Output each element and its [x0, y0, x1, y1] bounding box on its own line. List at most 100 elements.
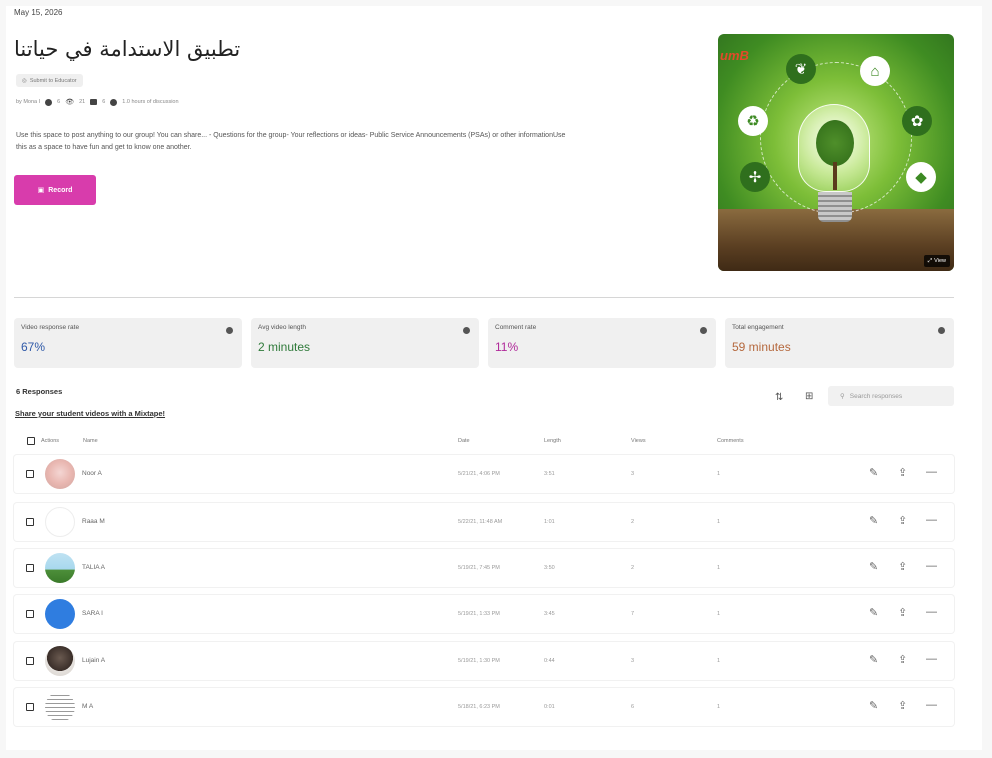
response-name[interactable]: Raaa M	[82, 518, 105, 525]
post-meta: by Mona I 6 👁 21 6 1.0 hours of discussi…	[16, 98, 179, 106]
record-button[interactable]: ▣ Record	[14, 175, 96, 205]
comments-icon	[90, 99, 98, 105]
col-date[interactable]: Date	[458, 438, 470, 444]
share-mixtape-link[interactable]: Share your student videos with a Mixtape…	[15, 409, 165, 418]
col-comments[interactable]: Comments	[717, 438, 744, 444]
sort-icon[interactable]: ⇅	[775, 392, 783, 403]
water-drop-icon: ◆	[906, 162, 936, 192]
table-row[interactable]: Lujain A 5/19/21, 1:30 PM 0:44 3 1 ✎ ⇪ —	[14, 642, 954, 680]
response-date: 5/21/21, 4:06 PM	[458, 471, 500, 477]
more-icon[interactable]: —	[926, 466, 937, 478]
select-all-checkbox[interactable]	[27, 437, 35, 445]
stat-total-engagement: Total engagement 59 minutes	[725, 318, 954, 368]
brand-logo: umB	[720, 48, 749, 63]
response-name[interactable]: Lujain A	[82, 657, 105, 664]
table-row[interactable]: Noor A 5/21/21, 4:06 PM 3:51 3 1 ✎ ⇪ —	[14, 455, 954, 493]
col-length[interactable]: Length	[544, 438, 561, 444]
col-name[interactable]: Name	[83, 438, 98, 444]
avatar	[45, 646, 75, 676]
share-icon[interactable]: ⇪	[898, 514, 907, 527]
tree-trunk-graphic	[833, 162, 837, 190]
more-icon[interactable]: —	[926, 653, 937, 665]
table-row[interactable]: Raaa M 5/22/21, 11:48 AM 1:01 2 1 ✎ ⇪ —	[14, 503, 954, 541]
expand-icon: ⤢	[927, 257, 933, 264]
responses-icon	[45, 98, 53, 106]
page: May 15, 2026 تطبيق الاستدامة في حياتنا ◎…	[0, 0, 992, 758]
response-comments: 1	[717, 611, 721, 617]
info-icon[interactable]	[226, 327, 233, 334]
share-icon[interactable]: ⇪	[898, 653, 907, 666]
avatar	[45, 507, 75, 537]
submit-badge-label: Submit to Educator	[29, 77, 77, 84]
pencil-icon[interactable]: ✎	[869, 699, 878, 712]
row-checkbox[interactable]	[26, 703, 34, 711]
row-checkbox[interactable]	[26, 610, 34, 618]
pencil-icon[interactable]: ✎	[869, 514, 878, 527]
response-length: 3:45	[544, 611, 555, 617]
section-divider	[14, 297, 954, 298]
share-icon[interactable]: ⇪	[898, 466, 907, 479]
share-icon[interactable]: ⇪	[898, 606, 907, 619]
submit-badge[interactable]: ◎ Submit to Educator	[16, 74, 83, 87]
response-views: 2	[631, 565, 635, 571]
views-count: 21	[79, 99, 86, 105]
row-checkbox[interactable]	[26, 470, 34, 478]
more-icon[interactable]: —	[926, 606, 937, 618]
response-date: 5/22/21, 11:48 AM	[458, 519, 503, 525]
check-circle-icon: ◎	[22, 77, 27, 84]
stat-label: Total engagement	[732, 324, 784, 331]
search-responses-input[interactable]: ⚲ Search responses	[828, 386, 954, 406]
camera-icon: ▣	[37, 187, 45, 194]
row-checkbox[interactable]	[26, 657, 34, 665]
more-icon[interactable]: —	[926, 560, 937, 572]
recycle-icon: ♻	[738, 106, 768, 136]
avatar	[45, 692, 75, 722]
more-icon[interactable]: —	[926, 699, 937, 711]
table-row[interactable]: SARA I 5/19/21, 1:33 PM 3:45 7 1 ✎ ⇪ —	[14, 595, 954, 633]
pencil-icon[interactable]: ✎	[869, 560, 878, 573]
clock-icon	[110, 98, 118, 106]
tree-graphic	[816, 120, 854, 166]
row-checkbox[interactable]	[26, 564, 34, 572]
post-description: Use this space to post anything to our g…	[16, 132, 566, 151]
bulb-base-graphic	[818, 192, 852, 222]
response-length: 1:01	[544, 519, 555, 525]
col-views[interactable]: Views	[631, 438, 646, 444]
view-label: View	[934, 258, 946, 264]
search-icon: ⚲	[840, 393, 845, 400]
row-checkbox[interactable]	[26, 518, 34, 526]
stat-value: 67%	[21, 340, 46, 354]
post-date: May 15, 2026	[14, 8, 63, 17]
avatar	[45, 599, 75, 629]
table-row[interactable]: M A 5/18/21, 6:23 PM 0:01 6 1 ✎ ⇪ —	[14, 688, 954, 726]
comments-count: 6	[102, 99, 106, 105]
pencil-icon[interactable]: ✎	[869, 606, 878, 619]
response-views: 7	[631, 611, 635, 617]
views-icon: 👁	[65, 99, 75, 106]
info-icon[interactable]	[463, 327, 470, 334]
topic-image[interactable]: ❦ ⌂ ♻ ✿ ✢ ◆ umB ⤢ View	[718, 34, 954, 271]
response-name[interactable]: M A	[82, 703, 93, 710]
response-views: 3	[631, 658, 635, 664]
response-name[interactable]: TALIA A	[82, 564, 105, 571]
stat-label: Comment rate	[495, 324, 537, 331]
response-comments: 1	[717, 658, 721, 664]
share-icon[interactable]: ⇪	[898, 699, 907, 712]
share-icon[interactable]: ⇪	[898, 560, 907, 573]
stat-value: 2 minutes	[258, 340, 311, 354]
response-name[interactable]: SARA I	[82, 610, 103, 617]
pencil-icon[interactable]: ✎	[869, 466, 878, 479]
response-comments: 1	[717, 519, 721, 525]
info-icon[interactable]	[700, 327, 707, 334]
view-image-button[interactable]: ⤢ View	[923, 255, 950, 267]
table-row[interactable]: TALIA A 5/19/21, 7:45 PM 3:50 2 1 ✎ ⇪ —	[14, 549, 954, 587]
pencil-icon[interactable]: ✎	[869, 653, 878, 666]
stat-value: 59 minutes	[732, 340, 791, 354]
more-icon[interactable]: —	[926, 514, 937, 526]
grid-view-icon[interactable]: ⊞	[805, 391, 813, 402]
discussion-time: 1.0 hours of discussion	[122, 99, 179, 105]
response-date: 5/19/21, 1:33 PM	[458, 611, 500, 617]
info-icon[interactable]	[938, 327, 945, 334]
responses-count-heading: 6 Responses	[16, 387, 63, 396]
response-name[interactable]: Noor A	[82, 470, 102, 477]
